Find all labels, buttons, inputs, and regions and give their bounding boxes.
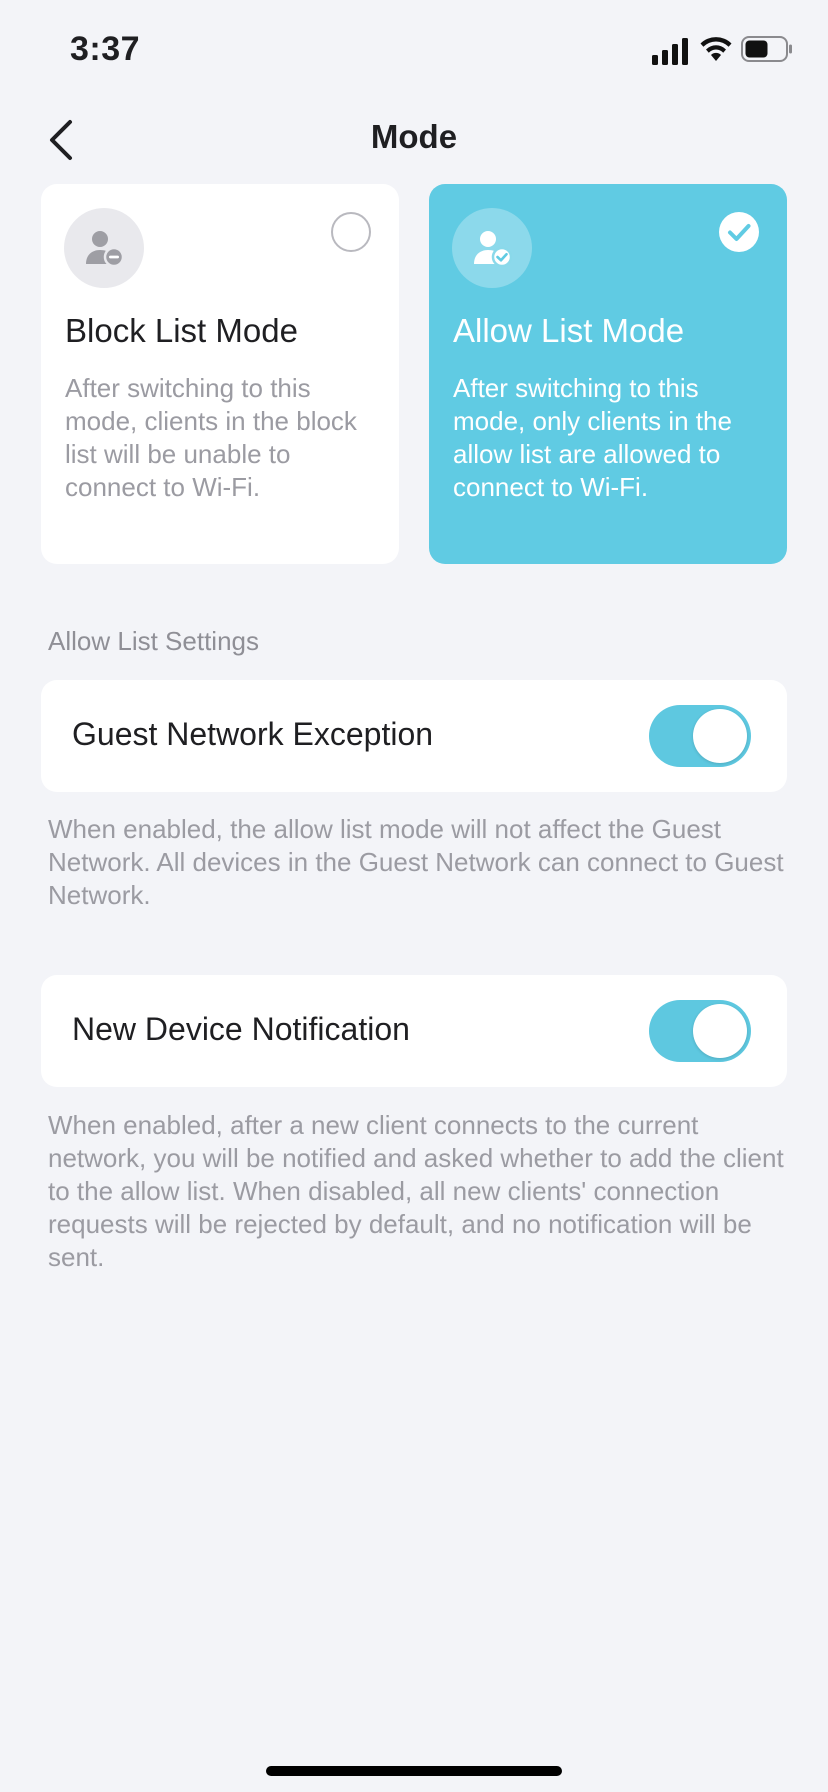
new-device-notification-toggle[interactable] xyxy=(649,1000,751,1062)
check-circle-icon[interactable] xyxy=(719,212,759,252)
allow-mode-avatar xyxy=(452,208,532,288)
guest-network-exception-row: Guest Network Exception xyxy=(41,680,787,792)
page-title: Mode xyxy=(370,118,458,155)
guest-network-exception-description: When enabled, the allow list mode will n… xyxy=(48,814,784,910)
status-bar: 3:37 xyxy=(0,0,828,100)
allow-mode-title: Allow List Mode xyxy=(453,312,685,349)
allow-mode-description: After switching to this mode, only clien… xyxy=(453,373,732,502)
status-time: 3:37 xyxy=(70,30,141,68)
block-list-mode-card[interactable]: Block List Mode After switching to this … xyxy=(41,184,399,564)
block-mode-description: After switching to this mode, clients in… xyxy=(65,373,357,502)
new-device-notification-row: New Device Notification xyxy=(41,975,787,1087)
guest-network-exception-toggle[interactable] xyxy=(649,705,751,767)
block-mode-title: Block List Mode xyxy=(65,312,298,349)
user-minus-icon xyxy=(86,231,124,268)
new-device-notification-description: When enabled, after a new client connect… xyxy=(48,1110,784,1272)
toggle-knob xyxy=(693,709,747,763)
toggle-knob xyxy=(693,1004,747,1058)
block-mode-radio[interactable] xyxy=(331,212,371,252)
wifi-icon xyxy=(700,37,732,61)
screen: 3:37 Mode Block List Mode After switchin… xyxy=(0,0,828,1792)
battery-icon xyxy=(741,36,792,62)
block-mode-avatar xyxy=(64,208,144,288)
section-title: Allow List Settings xyxy=(48,626,259,656)
cellular-signal-icon xyxy=(652,38,688,65)
new-device-notification-label: New Device Notification xyxy=(72,1011,410,1047)
home-indicator[interactable] xyxy=(266,1766,562,1776)
guest-network-exception-label: Guest Network Exception xyxy=(72,716,434,752)
user-check-icon xyxy=(474,231,512,268)
allow-list-mode-card[interactable]: Allow List Mode After switching to this … xyxy=(429,184,787,564)
